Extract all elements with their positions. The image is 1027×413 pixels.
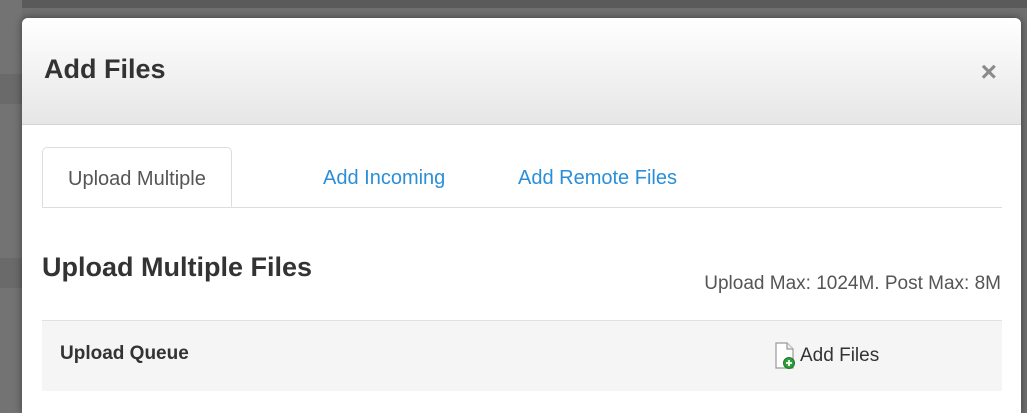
add-files-button[interactable]: Add Files — [774, 341, 879, 371]
close-icon[interactable]: × — [981, 58, 997, 86]
backdrop-band — [0, 258, 22, 288]
backdrop-band — [0, 74, 22, 104]
page-backdrop — [0, 0, 22, 413]
upload-queue-bar: Upload Queue Add Files — [42, 320, 1002, 391]
tab-add-remote-files[interactable]: Add Remote Files — [518, 147, 677, 207]
tab-bar: Upload Multiple Add Incoming Add Remote … — [42, 147, 1002, 208]
upload-queue-label: Upload Queue — [60, 343, 189, 364]
page-backdrop-top — [0, 0, 1027, 8]
add-files-label: Add Files — [800, 345, 880, 366]
add-files-dialog: Add Files × Upload Multiple Add Incoming… — [22, 18, 1021, 413]
section-title: Upload Multiple Files — [42, 252, 313, 282]
dialog-header: Add Files × — [22, 18, 1021, 125]
tab-upload-multiple[interactable]: Upload Multiple — [42, 147, 232, 207]
dialog-title: Add Files — [44, 54, 166, 84]
file-add-icon — [774, 342, 796, 370]
tab-add-incoming[interactable]: Add Incoming — [323, 147, 445, 207]
upload-limits-text: Upload Max: 1024M. Post Max: 8M — [704, 273, 1001, 294]
